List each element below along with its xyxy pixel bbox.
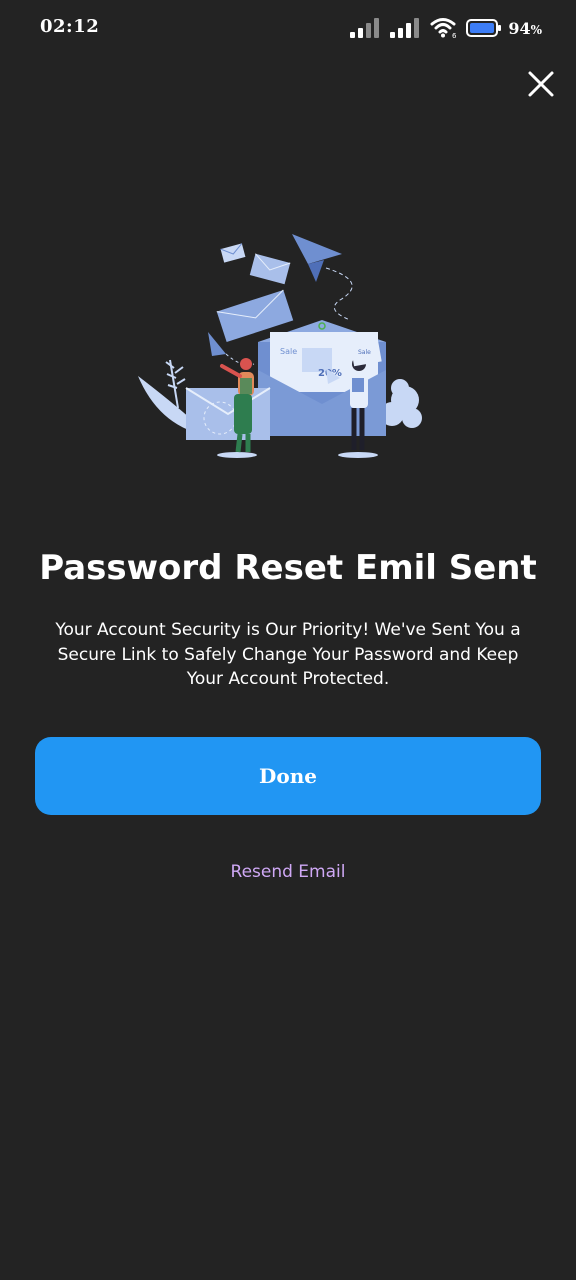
status-bar: 02:12 6 94% [0, 0, 576, 56]
email-sent-illustration: Sale 20% Sale [138, 234, 422, 458]
description-text: Your Account Security is Our Priority! W… [55, 620, 521, 689]
paper-plane-icon [292, 234, 342, 264]
status-time: 02:12 [40, 16, 100, 37]
paper-plane-icon [208, 332, 226, 356]
svg-text:6: 6 [452, 32, 457, 39]
status-icons: 6 94% [350, 14, 542, 42]
wifi-icon: 6 [430, 18, 457, 39]
person-figure [240, 358, 252, 370]
tag-label: Sale [358, 349, 371, 356]
sale-label: Sale [280, 347, 297, 356]
envelope-icon [249, 253, 291, 285]
envelope-icon [220, 243, 246, 263]
close-icon[interactable] [524, 67, 558, 101]
signal-icon [350, 18, 380, 38]
page-title: Password Reset Emil Sent [39, 548, 537, 588]
battery-icon [466, 19, 502, 37]
battery-percent: 94% [508, 18, 542, 38]
done-button[interactable]: Done [35, 737, 541, 815]
resend-email-link[interactable]: Resend Email [0, 862, 576, 882]
signal-icon [390, 18, 420, 38]
